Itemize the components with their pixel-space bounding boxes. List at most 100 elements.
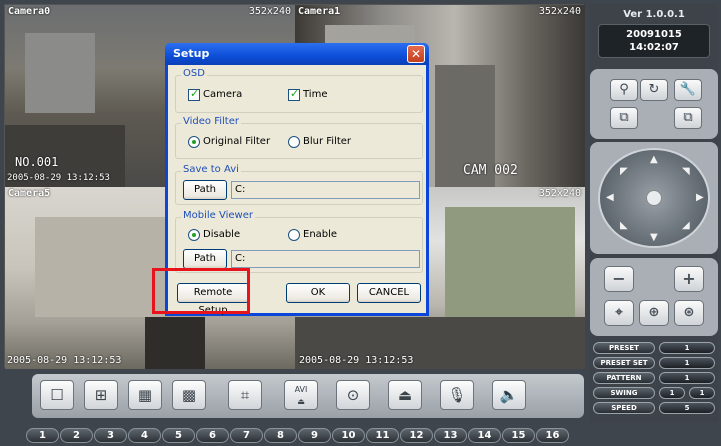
camera-number-button[interactable]: 14	[468, 428, 501, 443]
alarm-icon[interactable]: ⏏	[388, 380, 422, 410]
pattern-value[interactable]: 1	[659, 372, 715, 384]
camera-number-button[interactable]: 13	[434, 428, 467, 443]
arrow-right-icon[interactable]: ▶	[696, 192, 704, 203]
camera-number-button[interactable]: 10	[332, 428, 365, 443]
ptz-pad: ▲ ▼ ◀ ▶ ◤ ◥ ◣ ◢	[590, 142, 718, 254]
camera-label: Camera5	[8, 188, 51, 199]
mobile-viewer-group-title: Mobile Viewer	[181, 210, 255, 221]
close-icon[interactable]: ✕	[407, 45, 425, 63]
search-icon[interactable]: ⚲	[610, 79, 638, 101]
arrow-up-icon[interactable]: ▲	[650, 154, 658, 165]
control-panel: Ver 1.0.0.1 20091015 14:02:07 ⚲ ↻ 🔧 ⧉ ⧉ …	[590, 4, 718, 422]
fullscreen-icon[interactable]: ⌗	[228, 380, 262, 410]
pattern-label: PATTERN	[593, 372, 655, 384]
original-filter-label: Original Filter	[203, 136, 271, 147]
camera-resolution: 352x240	[538, 188, 581, 199]
time-checkbox[interactable]	[288, 87, 300, 101]
original-filter-radio[interactable]	[188, 136, 200, 148]
swing-value-2[interactable]: 1	[689, 387, 715, 399]
video-filter-group: Video Filter Original Filter Blur Filter	[175, 116, 423, 159]
arrow-down-left-icon[interactable]: ◣	[620, 220, 628, 231]
camera-osd-time: 2005-08-29 13:12:53	[7, 355, 122, 366]
arrow-down-icon[interactable]: ▼	[650, 232, 658, 243]
camera-number-button[interactable]: 12	[400, 428, 433, 443]
disable-radio[interactable]	[188, 229, 200, 241]
speed-value[interactable]: 5	[659, 402, 715, 414]
save-to-avi-group-title: Save to Avi	[181, 164, 241, 175]
layout-4-icon[interactable]: ⊞	[84, 380, 118, 410]
arrow-up-left-icon[interactable]: ◤	[620, 166, 628, 177]
camera-number-button[interactable]: 4	[128, 428, 161, 443]
wall-shape	[25, 33, 95, 113]
camera-number-button[interactable]: 16	[536, 428, 569, 443]
layout-1-icon[interactable]: ☐	[40, 380, 74, 410]
speed-row: SPEED 5	[593, 402, 715, 414]
time-text: 14:02:07	[629, 42, 679, 53]
tool-pad: ⚲ ↻ 🔧 ⧉ ⧉	[590, 69, 718, 139]
split-view-icon[interactable]: ⧉	[610, 107, 638, 129]
magnify-icon[interactable]: ⊕	[639, 300, 669, 326]
camera-number-button[interactable]: 11	[366, 428, 399, 443]
camera-number-button[interactable]: 3	[94, 428, 127, 443]
ptz-joystick[interactable]: ▲ ▼ ◀ ▶ ◤ ◥ ◣ ◢	[598, 148, 710, 248]
remote-setup-highlight	[152, 268, 250, 314]
camera-checkbox-label: Camera	[203, 89, 243, 100]
arrow-left-icon[interactable]: ◀	[606, 192, 614, 203]
wrench-icon[interactable]: 🔧	[674, 79, 702, 101]
mobile-path-field[interactable]: C:	[231, 250, 420, 268]
playback-icon[interactable]: ↻	[640, 79, 668, 101]
avi-record-button[interactable]: AVI ⏏	[284, 380, 318, 410]
preset-set-row: PRESET SET 1	[593, 357, 715, 369]
camera-osd-name: CAM 002	[463, 163, 518, 178]
camera-snapshot-icon[interactable]: ⊙	[336, 380, 370, 410]
save-to-avi-group: Save to Avi Path C:	[175, 164, 423, 205]
camera-checkbox[interactable]	[188, 87, 200, 101]
mobile-path-button[interactable]: Path	[183, 249, 227, 269]
microphone-icon[interactable]: 🎙	[440, 380, 474, 410]
blur-filter-radio[interactable]	[288, 136, 300, 148]
dialog-title: Setup	[173, 47, 210, 60]
osd-group-title: OSD	[181, 68, 207, 79]
swap-view-icon[interactable]: ⧉	[674, 107, 702, 129]
camera-resolution: 352x240	[248, 6, 291, 17]
zoom-in-button[interactable]: +	[674, 266, 704, 292]
osd-group: OSD Camera Time	[175, 68, 423, 113]
dialog-titlebar[interactable]: Setup ✕	[165, 43, 429, 65]
camera-label: Camera0	[8, 6, 51, 17]
enable-radio[interactable]	[288, 229, 300, 241]
layout-toolbar: ☐ ⊞ ▦ ▩ ⌗ AVI ⏏ ⊙ ⏏ 🎙 🔈	[32, 374, 584, 418]
arrow-down-right-icon[interactable]: ◢	[682, 220, 690, 231]
zoom-pad: − + ⌖ ⊕ ⊛	[590, 258, 718, 336]
layout-16-icon[interactable]: ▩	[172, 380, 206, 410]
cancel-button[interactable]: CANCEL	[357, 283, 421, 303]
camera-number-button[interactable]: 2	[60, 428, 93, 443]
avi-label: AVI	[294, 385, 308, 394]
version-label: Ver 1.0.0.1	[623, 9, 685, 20]
speed-label: SPEED	[593, 402, 655, 414]
swing-value-1[interactable]: 1	[659, 387, 685, 399]
avi-path-button[interactable]: Path	[183, 180, 227, 200]
camera-resolution: 352x240	[538, 6, 581, 17]
preset-set-value[interactable]: 1	[659, 357, 715, 369]
avi-path-field[interactable]: C:	[231, 181, 420, 199]
camera-number-button[interactable]: 1	[26, 428, 59, 443]
camera-number-button[interactable]: 5	[162, 428, 195, 443]
blur-filter-label: Blur Filter	[303, 136, 352, 147]
layout-9-icon[interactable]: ▦	[128, 380, 162, 410]
focus-icon[interactable]: ⌖	[604, 300, 634, 326]
camera-number-button[interactable]: 9	[298, 428, 331, 443]
ptz-center-button[interactable]	[646, 190, 662, 206]
ok-button[interactable]: OK	[286, 283, 350, 303]
enable-label: Enable	[303, 229, 338, 240]
speaker-icon[interactable]: 🔈	[492, 380, 526, 410]
zoom-out-button[interactable]: −	[604, 266, 634, 292]
iris-icon[interactable]: ⊛	[674, 300, 704, 326]
disable-label: Disable	[203, 229, 241, 240]
arrow-up-right-icon[interactable]: ◥	[682, 166, 690, 177]
camera-number-button[interactable]: 7	[230, 428, 263, 443]
camera-number-button[interactable]: 6	[196, 428, 229, 443]
camera-number-button[interactable]: 15	[502, 428, 535, 443]
preset-row: PRESET 1	[593, 342, 715, 354]
camera-number-button[interactable]: 8	[264, 428, 297, 443]
preset-value[interactable]: 1	[659, 342, 715, 354]
